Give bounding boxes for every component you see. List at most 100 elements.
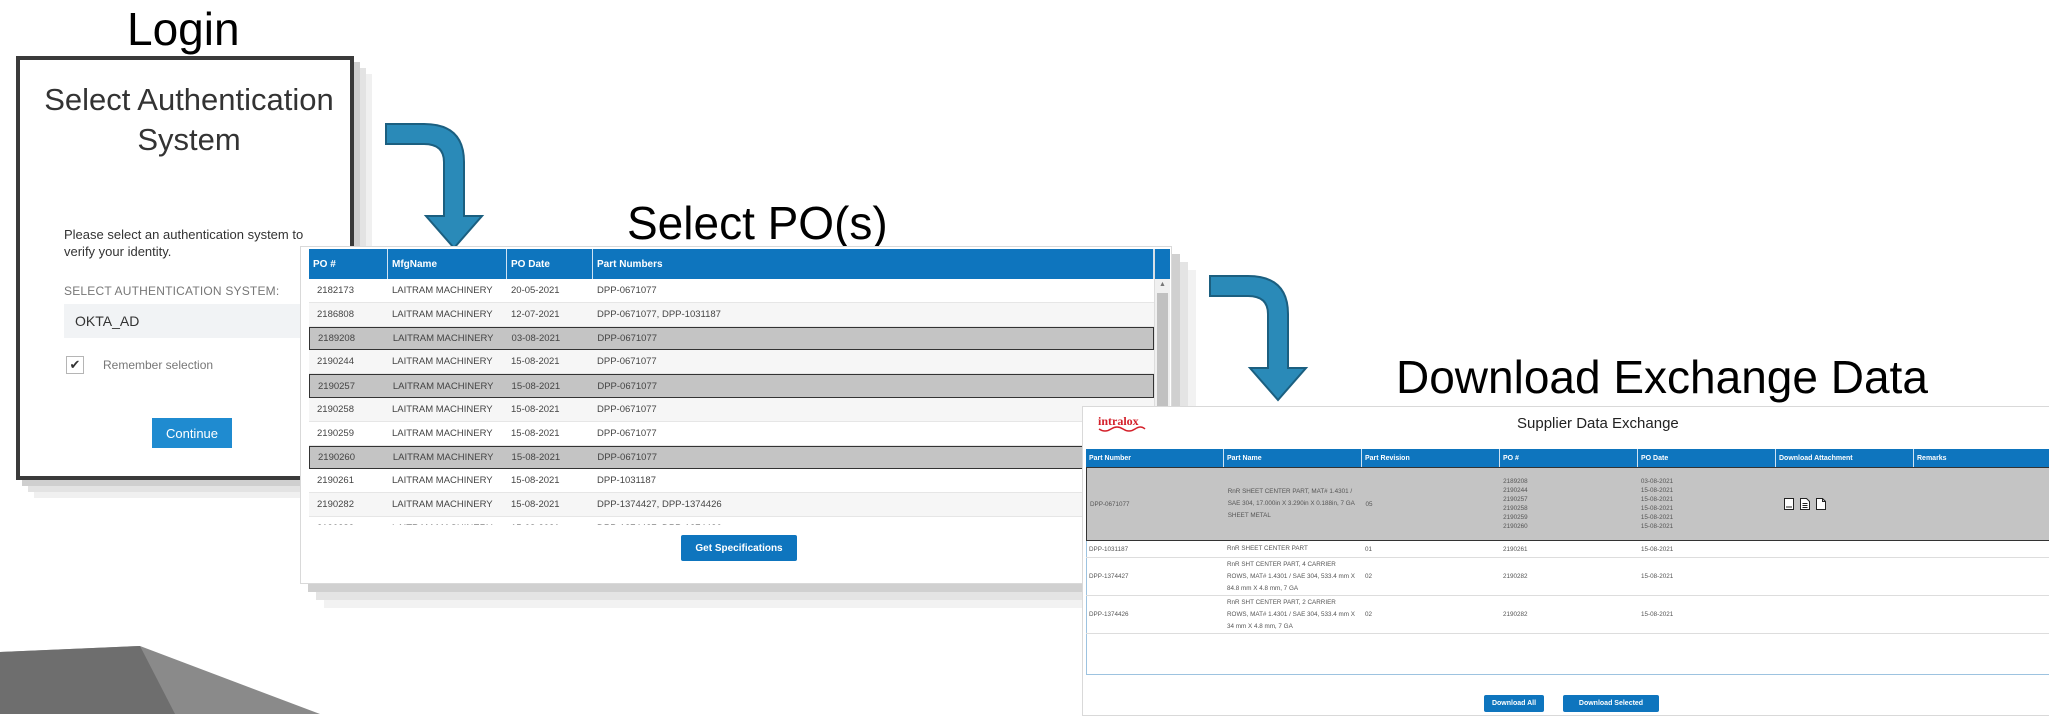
po-number: 2190244: [1503, 487, 1528, 494]
column-header-download-attachment[interactable]: Download Attachment: [1776, 449, 1914, 467]
sde-table-row[interactable]: DPP-1031187 RnR SHEET CENTER PART 01 219026…: [1086, 541, 2049, 558]
column-header-po-date[interactable]: PO Date: [507, 249, 593, 279]
po-date-cell: 03-08-2021: [511, 332, 561, 344]
mfgname-cell: LAITRAM MACHINERY: [392, 356, 493, 368]
login-description: Please select an authentication system t…: [64, 227, 304, 259]
mfgname-cell: LAITRAM MACHINERY: [392, 451, 494, 463]
part-numbers-cell: DPP-0671077, DPP-1031187: [597, 308, 721, 320]
arrow-login-to-po: [385, 123, 485, 250]
part-revision-cell: 05: [1365, 500, 1373, 508]
remember-label: Remember selection: [103, 358, 214, 372]
column-header-po[interactable]: PO #: [1500, 449, 1638, 467]
po-date-cell: 15-08-2021: [1638, 541, 1776, 557]
part-number-cell: DPP-1374426: [1089, 611, 1129, 618]
mfgname-cell: LAITRAM MACHINERY: [392, 308, 493, 320]
po-date-cell: 15-08-2021: [507, 517, 593, 525]
po-table-row[interactable]: 2190261 LAITRAM MACHINERY 15-08-2021 DPP-10…: [309, 469, 1154, 494]
po-date-cell: 15-08-2021: [511, 356, 560, 368]
part-numbers-cell: DPP-0671077: [597, 427, 657, 439]
column-header-part-numbers[interactable]: Part Numbers: [593, 249, 1154, 279]
po-number-cell: 2182173: [317, 284, 354, 296]
po-number-cell: 2190259: [317, 427, 354, 439]
po-number-cell: 2190261: [317, 475, 354, 487]
sde-table-row[interactable]: DPP-1374426 RnR SHT CENTER PART, 2 CARRIE…: [1086, 596, 2049, 634]
part-numbers-cell: DPP-0671077: [597, 403, 657, 415]
get-specifications-button[interactable]: Get Specifications: [681, 535, 797, 561]
po-date: 15-08-2021: [1640, 487, 1674, 494]
po-number-cell: 2190244: [317, 356, 354, 368]
column-header-mfgname[interactable]: MfgName: [388, 249, 507, 279]
part-numbers-cell: DPP-1031187: [597, 475, 656, 487]
part-numbers-cell: DPP-1374427, DPP-1374426: [593, 517, 1154, 525]
auth-system-value: OKTA_AD: [75, 313, 140, 329]
book-icon[interactable]: [1783, 497, 1795, 511]
po-date: 15-08-2021: [1640, 523, 1674, 530]
po-number-cell: 2189208 2190244 2190257 2190258 2190259 21902…: [1500, 468, 1638, 540]
part-name-cell: RnR SHT CENTER PART, 4 CARRIER ROWS, MAT…: [1227, 560, 1355, 592]
po-date-cell: 15-08-2021: [511, 427, 560, 439]
column-header-po-date[interactable]: PO Date: [1638, 449, 1776, 467]
part-revision-cell: 02: [1365, 611, 1373, 618]
po-table-row[interactable]: 2190259 LAITRAM MACHINERY 15-08-2021 DPP-06…: [309, 422, 1154, 446]
po-table-row[interactable]: 2190258 LAITRAM MACHINERY 15-08-2021 DPP-06…: [309, 397, 1154, 422]
column-header-part-name[interactable]: Part Name: [1224, 449, 1362, 467]
document-icon[interactable]: [1799, 497, 1811, 511]
remember-checkbox[interactable]: ✔: [66, 356, 84, 374]
download-attachment-cell: [1776, 468, 1914, 540]
po-table-row[interactable]: 2190282 LAITRAM MACHINERY 15-08-2021 DPP-13…: [309, 493, 1154, 517]
po-table-row[interactable]: 2182173 LAITRAM MACHINERY 20-05-2021 DPP-06…: [309, 279, 1154, 303]
sde-table-row[interactable]: DPP-0671077 RnR SHEET CENTER PART, MAT# 1…: [1086, 467, 2049, 541]
part-name-cell: RnR SHEET CENTER PART: [1227, 545, 1308, 552]
checkmark-icon: ✔: [69, 357, 81, 372]
po-date-cell: 15-08-2021: [511, 403, 560, 415]
po-date: 03-08-2021: [1640, 478, 1674, 485]
po-number: 2190260: [1503, 523, 1528, 530]
remarks-cell: [1913, 468, 2049, 540]
mfgname-cell: LAITRAM MACHINERY: [392, 380, 494, 392]
po-number-cell: 2190283: [309, 517, 388, 525]
po-table-row[interactable]: 2190244 LAITRAM MACHINERY 15-08-2021 DPP-06…: [309, 350, 1154, 375]
po-date-cell: 15-08-2021: [1638, 596, 1776, 633]
po-date-cell: 03-08-2021 15-08-2021 15-08-2021 15-08-2021…: [1638, 468, 1776, 540]
po-number: 2190259: [1503, 514, 1528, 521]
sde-title: Supplier Data Exchange: [1517, 415, 1679, 432]
part-numbers-cell: DPP-0671077: [597, 451, 658, 463]
po-number-cell: 2190282: [1500, 558, 1638, 595]
column-header-part-revision[interactable]: Part Revision: [1362, 449, 1500, 467]
po-table-header: PO # MfgName PO Date Part Numbers: [309, 249, 1154, 279]
po-table-row[interactable]: 2190257 LAITRAM MACHINERY 15-08-2021 DPP-06…: [309, 374, 1154, 398]
sde-table-row[interactable]: DPP-1374427 RnR SHT CENTER PART, 4 CARRIE…: [1086, 558, 2049, 596]
po-date-cell: 12-07-2021: [511, 308, 560, 320]
arrow-po-to-download: [1209, 275, 1309, 402]
po-number-cell: 2190258: [317, 403, 354, 415]
po-date: 15-08-2021: [1640, 514, 1674, 521]
po-date-cell: 15-08-2021: [1638, 558, 1776, 595]
column-header-remarks[interactable]: Remarks: [1914, 449, 2049, 467]
auth-system-select[interactable]: OKTA_AD ⌄: [64, 304, 324, 338]
part-name-cell: RnR SHT CENTER PART, 2 CARRIER ROWS, MAT…: [1227, 598, 1355, 630]
part-numbers-cell: DPP-1374427, DPP-1374426: [597, 499, 722, 511]
mfgname-cell: LAITRAM MACHINERY: [388, 517, 507, 525]
heading-login: Login: [127, 3, 240, 55]
file-icon[interactable]: [1815, 497, 1827, 511]
po-date-cell: 20-05-2021: [511, 284, 560, 296]
part-number-cell: DPP-0671077: [1090, 500, 1130, 508]
po-table-row[interactable]: 2190283LAITRAM MACHINERY15-08-2021DPP-13…: [309, 517, 1154, 525]
column-header-part-number[interactable]: Part Number: [1086, 449, 1224, 467]
po-number-cell: 2189208: [318, 332, 355, 344]
heading-select-po: Select PO(s): [627, 197, 888, 249]
po-number: 2189208: [1503, 478, 1528, 485]
mfgname-cell: LAITRAM MACHINERY: [392, 499, 493, 511]
auth-system-label: SELECT AUTHENTICATION SYSTEM:: [64, 284, 280, 298]
po-table-row[interactable]: 2190260 LAITRAM MACHINERY 15-08-2021 DPP-06…: [309, 445, 1154, 470]
po-table-row[interactable]: 2189208 LAITRAM MACHINERY 03-08-2021 DPP-06…: [309, 326, 1154, 351]
sde-table-header: Part Number Part Name Part Revision PO #…: [1086, 449, 2049, 467]
mfgname-cell: LAITRAM MACHINERY: [392, 332, 494, 344]
mfgname-cell: LAITRAM MACHINERY: [392, 284, 493, 296]
download-all-button[interactable]: Download All: [1484, 695, 1544, 712]
continue-button[interactable]: Continue: [152, 418, 232, 448]
scroll-up-icon[interactable]: ▲: [1155, 281, 1170, 288]
po-table-row[interactable]: 2186808 LAITRAM MACHINERY 12-07-2021 DPP-06…: [309, 302, 1154, 327]
column-header-po[interactable]: PO #: [309, 249, 388, 279]
download-selected-button[interactable]: Download Selected: [1563, 695, 1659, 712]
